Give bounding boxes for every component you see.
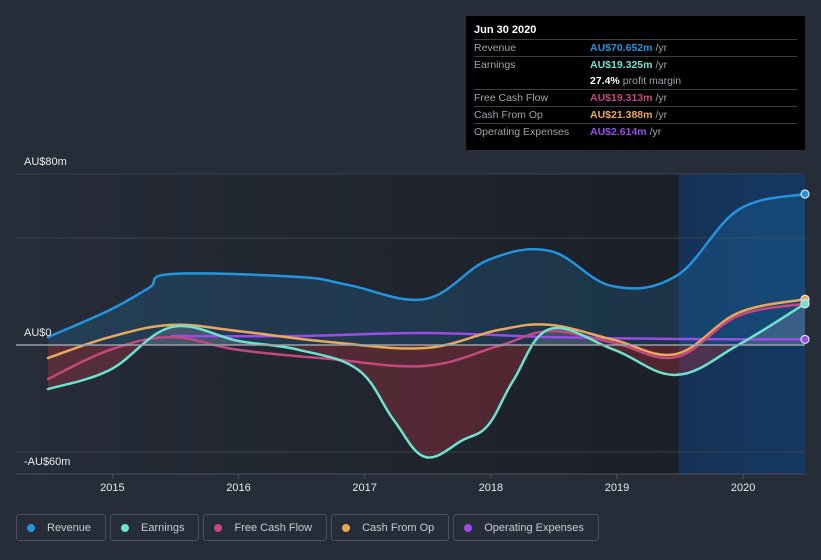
tooltip-row-value: AU$21.388m [590,109,653,121]
tooltip-row: Revenue AU$70.652m/yr [474,40,797,57]
tooltip-row-unit: /yr [649,126,662,138]
x-tick-label: 2020 [730,482,756,494]
legend-label: Operating Expenses [484,521,584,534]
legend-label: Free Cash Flow [234,521,313,534]
tooltip-row-label: Revenue [474,42,517,54]
tooltip-row-unit: /yr [655,59,668,71]
tooltip-row-value: AU$19.313m [590,92,653,104]
legend-item-earnings[interactable]: Earnings [110,514,200,541]
series-end-marker-revenue [800,189,810,199]
tooltip-row-value: AU$19.325m [590,59,653,71]
legend-dot-icon [464,523,473,532]
tooltip-row-value: 27.4% [590,75,620,87]
tooltip-row: 27.4% profit margin [474,73,797,90]
series-end-marker-operating-expenses [800,334,810,345]
y-tick-label-top: AU$80m [24,156,67,168]
tooltip-row-unit: /yr [655,92,668,104]
tooltip-row-label: Earnings [474,59,516,71]
data-tooltip: Jun 30 2020 Revenue AU$70.652m/yr Earnings… [466,16,805,150]
tooltip-row-unit: /yr [655,42,668,54]
tooltip-row-unit: /yr [655,109,668,121]
y-tick-label-bottom: -AU$60m [24,456,71,468]
legend-item-cash-from-op[interactable]: Cash From Op [331,514,450,541]
legend-label: Cash From Op [362,521,435,534]
tooltip-rows: Revenue AU$70.652m/yr Earnings AU$19.325m/y… [474,40,797,140]
tooltip-row-value: AU$2.614m [590,126,647,138]
legend-dot-icon [27,523,35,532]
tooltip-row: Cash From Op AU$21.388m/yr [474,107,797,124]
chart-legend: Revenue Earnings Free Cash Flow Cash From O… [16,514,599,541]
legend-item-operating-expenses[interactable]: Operating Expenses [453,514,599,541]
tooltip-row-unit: profit margin [622,75,682,87]
series-end-marker-earnings [800,299,810,309]
legend-item-revenue[interactable]: Revenue [16,514,107,541]
tooltip-row-label: Free Cash Flow [474,92,549,104]
tooltip-row-label: Operating Expenses [474,126,570,138]
x-tick-label: 2019 [604,482,630,494]
legend-dot-icon [342,523,351,532]
tooltip-row: Free Cash Flow AU$19.313m/yr [474,90,797,107]
legend-item-free-cash-flow[interactable]: Free Cash Flow [203,514,328,541]
y-tick-label-zero: AU$0 [24,327,52,339]
tooltip-date: Jun 30 2020 [474,22,797,40]
legend-label: Earnings [141,521,185,534]
tooltip-row-value: AU$70.652m [590,42,653,54]
legend-label: Revenue [47,521,92,534]
x-tick-label: 2015 [100,482,125,494]
x-tick-label: 2017 [352,482,377,494]
x-tick-label: 2016 [226,482,251,494]
tooltip-row-label [474,73,590,89]
tooltip-row: Operating Expenses AU$2.614m/yr [474,124,797,140]
legend-dot-icon [214,523,223,532]
x-tick-label: 2018 [478,482,504,494]
tooltip-row: Earnings AU$19.325m/yr [474,57,797,73]
tooltip-row-label: Cash From Op [474,109,543,121]
legend-dot-icon [121,523,130,532]
